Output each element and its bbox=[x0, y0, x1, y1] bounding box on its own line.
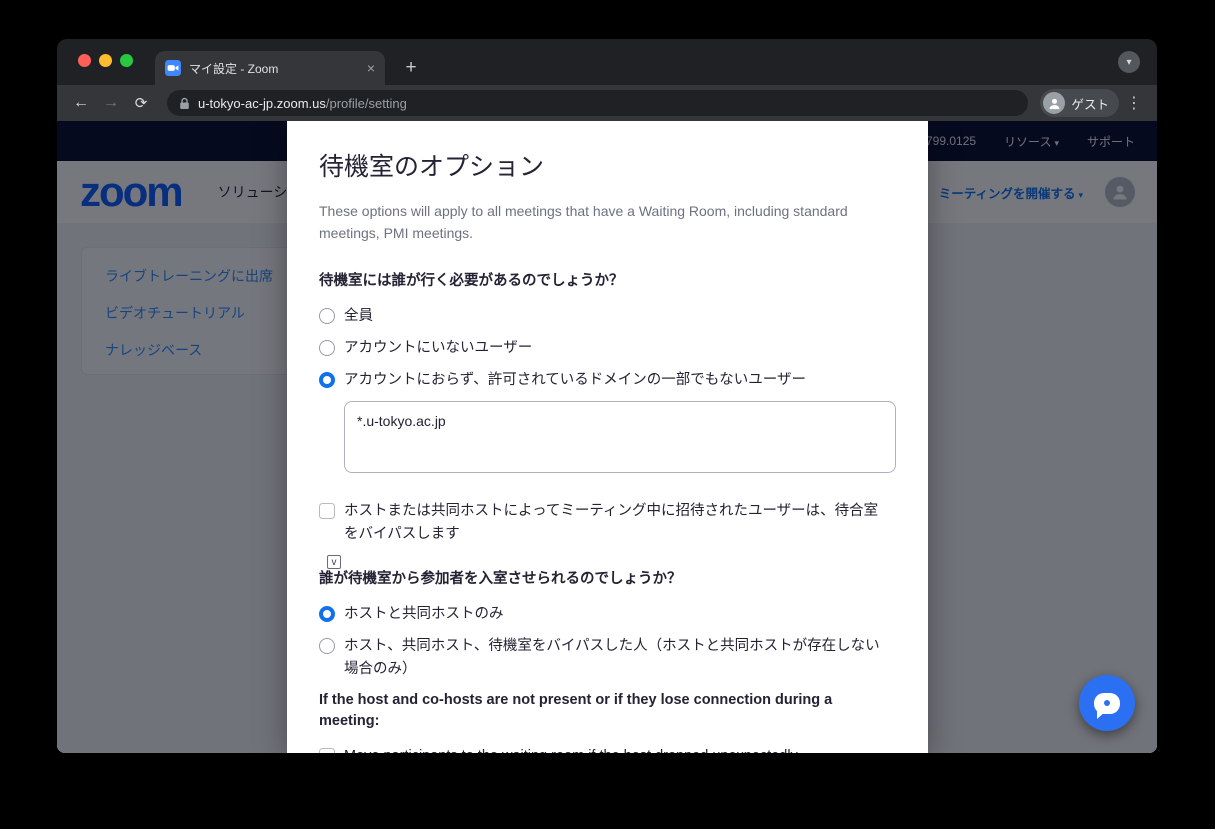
radio-label: ホストと共同ホストのみ bbox=[344, 603, 504, 626]
chat-bubble-icon bbox=[1094, 693, 1120, 714]
radio-label: 全員 bbox=[344, 305, 373, 328]
checkbox-option-bypass-waiting-room[interactable]: ホストまたは共同ホストによってミーティング中に招待されたユーザーは、待合室をバイ… bbox=[319, 500, 896, 546]
tab-close-icon[interactable]: × bbox=[367, 61, 375, 75]
checkbox-icon[interactable] bbox=[319, 748, 335, 753]
chat-dot-icon bbox=[1104, 700, 1110, 706]
radio-label: ホスト、共同ホスト、待機室をバイパスした人（ホストと共同ホストが存在しない場合の… bbox=[344, 635, 892, 681]
radio-icon[interactable] bbox=[319, 638, 335, 654]
forward-button[interactable]: → bbox=[97, 89, 125, 117]
spacer bbox=[319, 473, 896, 500]
radio-icon-selected[interactable] bbox=[319, 372, 335, 388]
radio-label: アカウントにおらず、許可されているドメインの一部でもないユーザー bbox=[344, 369, 806, 392]
radio-option-users-not-in-account-or-domains[interactable]: アカウントにおらず、許可されているドメインの一部でもないユーザー bbox=[319, 369, 896, 392]
checkbox-label: Move participants to the waiting room if… bbox=[344, 745, 798, 753]
screen: マイ設定 - Zoom × + ▾ ← → ⟳ u-tokyo-ac-jp.zo… bbox=[0, 0, 1215, 829]
radio-option-host-cohosts-only[interactable]: ホストと共同ホストのみ bbox=[319, 603, 896, 626]
modal-description: These options will apply to all meetings… bbox=[319, 201, 867, 244]
tab-title: マイ設定 - Zoom bbox=[189, 60, 359, 77]
radio-option-users-not-in-account[interactable]: アカウントにいないユーザー bbox=[319, 337, 896, 360]
url-text: u-tokyo-ac-jp.zoom.us/profile/setting bbox=[198, 96, 407, 111]
browser-menu-icon[interactable]: ⋮ bbox=[1121, 89, 1147, 117]
radio-icon[interactable] bbox=[319, 340, 335, 356]
url-domain: u-tokyo-ac-jp.zoom.us bbox=[198, 96, 326, 111]
radio-icon[interactable] bbox=[319, 308, 335, 324]
minimize-window-button[interactable] bbox=[99, 54, 112, 67]
browser-profile-chip[interactable]: ゲスト bbox=[1040, 89, 1119, 117]
window-controls bbox=[78, 54, 133, 67]
tab-favicon-zoom-icon bbox=[165, 60, 181, 76]
modal-title: 待機室のオプション bbox=[319, 147, 896, 183]
question-who-can-admit: 誰が待機室から参加者を入室させられるのでしょうか？ bbox=[319, 569, 896, 590]
question-who-goes-to-waiting-room: 待機室には誰が行く必要があるのでしょうか？ bbox=[319, 271, 896, 292]
waiting-room-options-modal: 待機室のオプション These options will apply to al… bbox=[287, 121, 928, 753]
checkbox-icon[interactable] bbox=[319, 503, 335, 519]
radio-label: アカウントにいないユーザー bbox=[344, 337, 532, 360]
maximize-window-button[interactable] bbox=[120, 54, 133, 67]
radio-option-host-cohosts-bypassers[interactable]: ホスト、共同ホスト、待機室をバイパスした人（ホストと共同ホストが存在しない場合の… bbox=[319, 635, 896, 681]
support-chat-button[interactable] bbox=[1079, 675, 1135, 731]
browser-profile-chevron-icon[interactable]: ▾ bbox=[1118, 51, 1140, 73]
reload-button[interactable]: ⟳ bbox=[127, 89, 155, 117]
checkbox-label: ホストまたは共同ホストによってミーティング中に招待されたユーザーは、待合室をバイ… bbox=[344, 500, 892, 546]
v-marker-icon: v bbox=[327, 555, 341, 569]
guest-avatar-icon bbox=[1043, 92, 1065, 114]
page-viewport: 88.799.0125 リソース▾ サポート zoom ソリューション ミーティ… bbox=[57, 121, 1157, 753]
guest-label: ゲスト bbox=[1071, 94, 1109, 113]
browser-titlebar: マイ設定 - Zoom × + ▾ bbox=[57, 39, 1157, 85]
browser-window: マイ設定 - Zoom × + ▾ ← → ⟳ u-tokyo-ac-jp.zo… bbox=[57, 39, 1157, 753]
browser-toolbar: ← → ⟳ u-tokyo-ac-jp.zoom.us/profile/sett… bbox=[57, 85, 1157, 121]
checkbox-option-move-participants[interactable]: Move participants to the waiting room if… bbox=[319, 745, 896, 753]
allowed-domains-input[interactable]: *.u-tokyo.ac.jp bbox=[344, 401, 896, 473]
radio-option-everyone[interactable]: 全員 bbox=[319, 305, 896, 328]
browser-tab[interactable]: マイ設定 - Zoom × bbox=[155, 51, 385, 85]
radio-icon-selected[interactable] bbox=[319, 606, 335, 622]
question-host-not-present: If the host and co-hosts are not present… bbox=[319, 690, 896, 732]
close-window-button[interactable] bbox=[78, 54, 91, 67]
lock-icon bbox=[179, 97, 190, 110]
new-tab-button[interactable]: + bbox=[397, 54, 425, 82]
address-bar[interactable]: u-tokyo-ac-jp.zoom.us/profile/setting bbox=[167, 90, 1028, 116]
url-path: /profile/setting bbox=[326, 96, 407, 111]
back-button[interactable]: ← bbox=[67, 89, 95, 117]
